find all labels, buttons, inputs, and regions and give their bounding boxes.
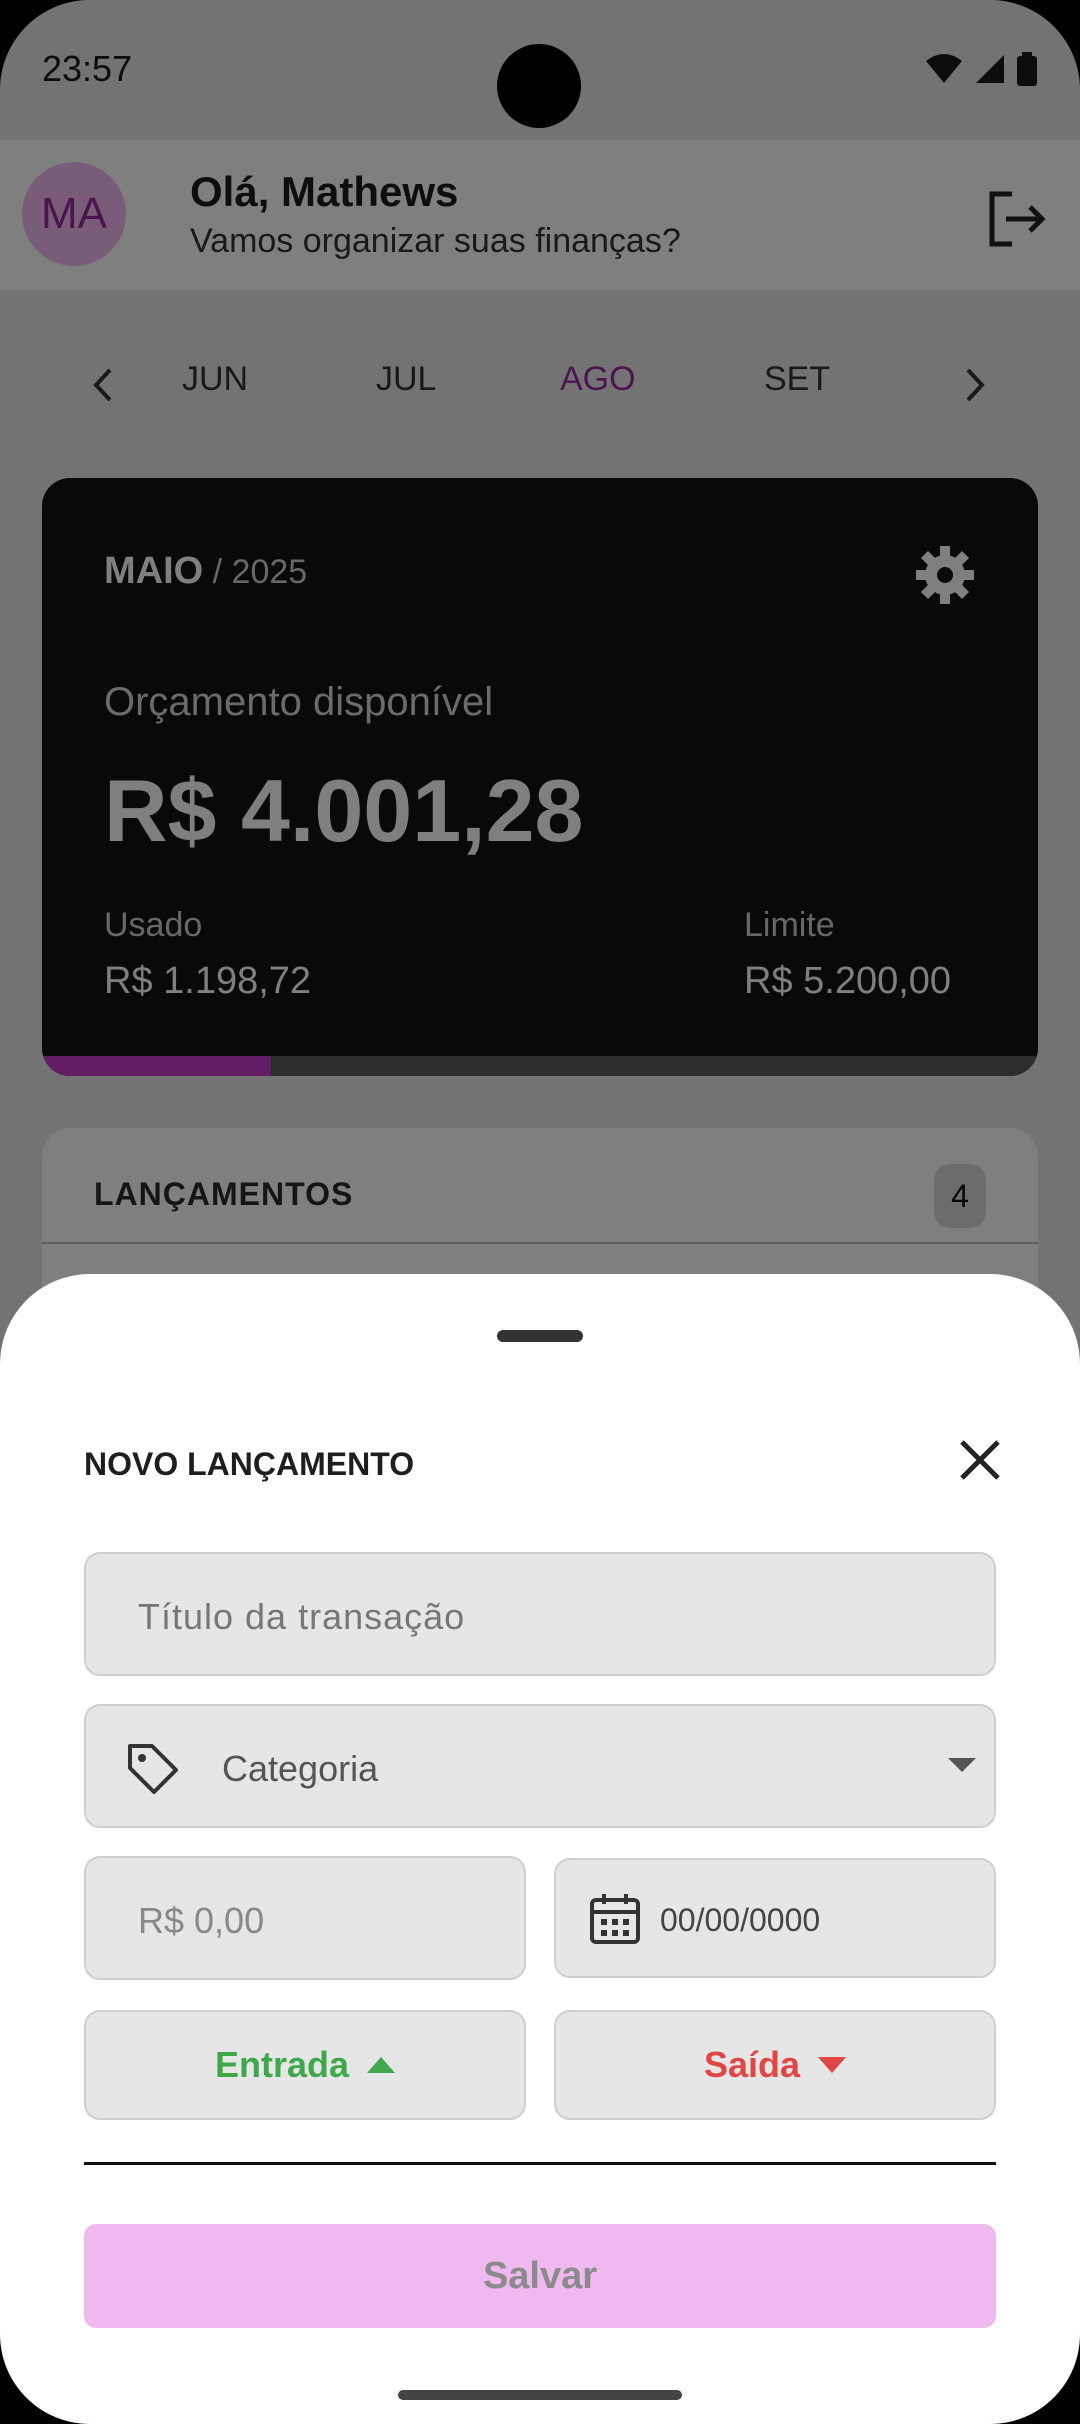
transaction-title-input[interactable]: Título da transação — [84, 1552, 996, 1676]
date-placeholder: 00/00/0000 — [660, 1902, 821, 1938]
category-placeholder: Categoria — [222, 1748, 379, 1789]
date-input[interactable]: 00/00/0000 — [554, 1858, 996, 1978]
amount-input[interactable]: R$ 0,00 — [84, 1856, 526, 1980]
amount-placeholder: R$ 0,00 — [138, 1900, 265, 1941]
expense-label: Saída — [703, 2044, 801, 2085]
save-button[interactable]: Salvar — [84, 2224, 996, 2328]
new-launch-sheet: NOVO LANÇAMENTO Título da transação Cate… — [0, 1274, 1080, 2424]
calendar-icon — [590, 1894, 640, 1944]
close-icon[interactable] — [952, 1432, 1008, 1488]
expense-toggle[interactable]: Saída — [554, 2010, 996, 2120]
transaction-title-placeholder: Título da transação — [138, 1596, 466, 1637]
app-screen: 23:57 MA Olá, Mathews Vamos organizar su… — [0, 0, 1080, 2424]
form-divider — [84, 2162, 996, 2165]
tag-icon — [128, 1744, 178, 1794]
home-indicator[interactable] — [398, 2390, 682, 2400]
sheet-drag-handle[interactable] — [497, 1330, 583, 1342]
sheet-title: NOVO LANÇAMENTO — [84, 1446, 415, 1482]
income-toggle[interactable]: Entrada — [84, 2010, 526, 2120]
category-select[interactable]: Categoria — [84, 1704, 996, 1828]
arrow-down-icon — [818, 2057, 847, 2073]
income-label: Entrada — [214, 2044, 350, 2085]
phone-frame: 23:57 MA Olá, Mathews Vamos organizar su… — [0, 0, 1080, 2424]
chevron-down-icon — [948, 1758, 976, 1772]
arrow-up-icon — [367, 2057, 396, 2073]
